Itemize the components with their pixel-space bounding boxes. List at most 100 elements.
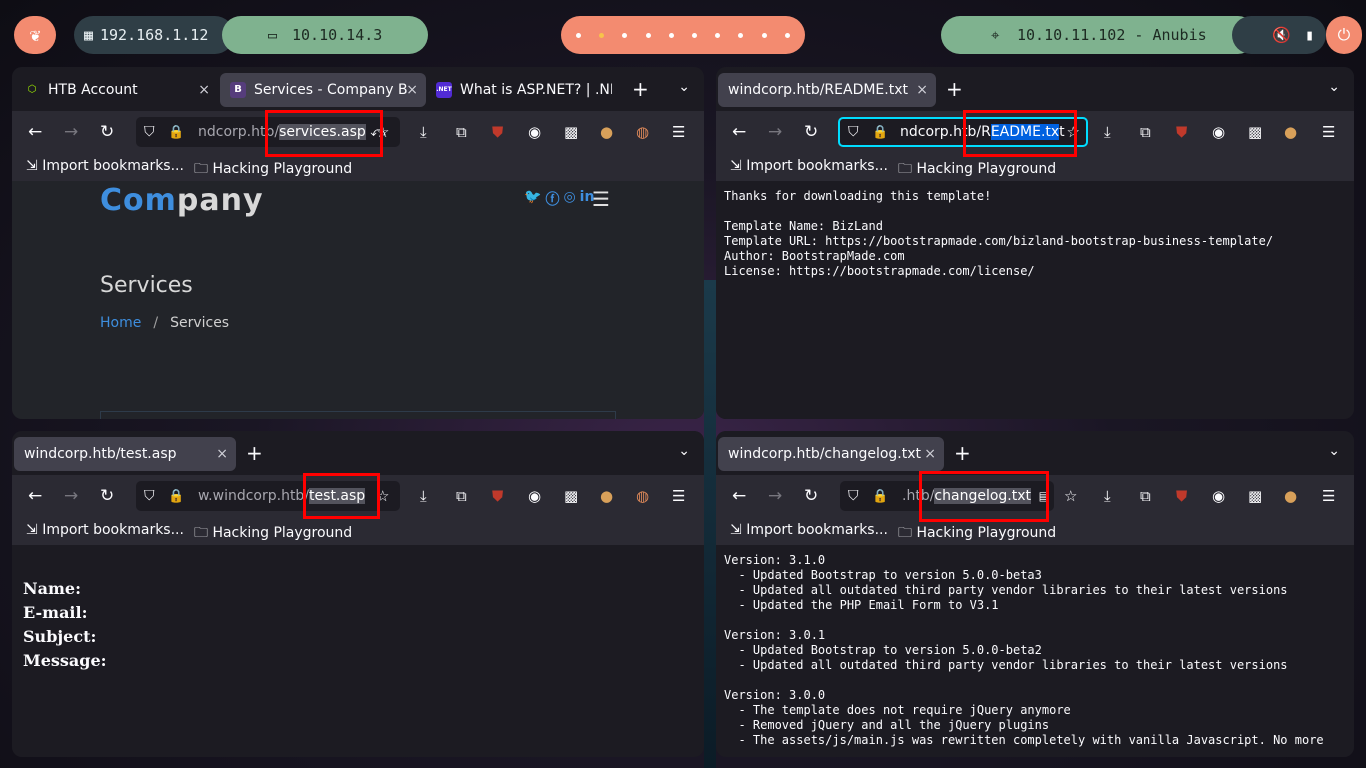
cookie-icon[interactable]: ● xyxy=(600,486,613,506)
facebook-icon[interactable]: ⓕ xyxy=(545,189,559,209)
back-icon[interactable]: ← xyxy=(28,121,42,143)
instagram-icon[interactable]: ◎ xyxy=(563,189,575,209)
distro-logo-icon[interactable]: ❦ xyxy=(14,16,56,54)
extensions-icon[interactable]: ⧉ xyxy=(456,122,467,142)
wappalyzer-icon[interactable]: ◍ xyxy=(636,486,649,506)
qr-code-icon[interactable]: ▩ xyxy=(564,486,578,506)
twitter-icon[interactable]: 🐦 xyxy=(524,189,541,209)
bookmark-folder-hacking[interactable]: 🗀 Hacking Playground xyxy=(194,522,352,546)
qr-code-icon[interactable]: ▩ xyxy=(1248,486,1262,506)
workspace-dot-7[interactable] xyxy=(715,32,721,38)
tab-htb-account[interactable]: ⬡ HTB Account × xyxy=(14,73,218,107)
workspace-dot-6[interactable] xyxy=(692,32,698,38)
spy-extension-icon[interactable]: ◉ xyxy=(1212,486,1225,506)
workspace-dot-10[interactable] xyxy=(784,32,790,38)
back-icon[interactable]: ← xyxy=(732,121,746,143)
reload-icon[interactable]: ↻ xyxy=(804,121,818,143)
lock-icon[interactable]: 🔒 xyxy=(168,125,184,140)
forward-icon[interactable]: → xyxy=(768,121,782,143)
spy-extension-icon[interactable]: ◉ xyxy=(1212,122,1225,142)
import-bookmarks-link[interactable]: ⇲ Import bookmarks... xyxy=(26,522,184,538)
cookie-icon[interactable]: ● xyxy=(600,122,613,142)
hamburger-menu-icon[interactable]: ☰ xyxy=(592,187,610,211)
shield-icon[interactable]: ⛉ xyxy=(848,124,859,140)
new-tab-button[interactable]: + xyxy=(946,77,963,101)
tab-services[interactable]: B Services - Company B × xyxy=(220,72,426,107)
ublock-icon[interactable]: ⛊ xyxy=(492,486,503,506)
bookmark-folder-hacking[interactable]: 🗀 Hacking Playground xyxy=(898,158,1056,182)
extensions-icon[interactable]: ⧉ xyxy=(1140,122,1151,142)
download-icon[interactable]: ⤓ xyxy=(420,122,427,142)
ublock-icon[interactable]: ⛊ xyxy=(492,122,503,142)
ublock-icon[interactable]: ⛊ xyxy=(1176,122,1187,142)
lock-icon[interactable]: 🔒 xyxy=(872,125,888,140)
wappalyzer-icon[interactable]: ◍ xyxy=(636,122,649,142)
workspace-dot-4[interactable] xyxy=(645,32,651,38)
workspace-dot-5[interactable] xyxy=(668,32,674,38)
new-tab-button[interactable]: + xyxy=(632,77,649,101)
back-icon[interactable]: ← xyxy=(28,485,42,507)
ublock-icon[interactable]: ⛊ xyxy=(1176,486,1187,506)
site-brand[interactable]: Company xyxy=(100,183,264,218)
download-icon[interactable]: ⤓ xyxy=(1104,486,1111,506)
tab-test[interactable]: windcorp.htb/test.asp × xyxy=(14,436,236,471)
battery-icon[interactable]: ▮ xyxy=(1305,26,1314,44)
power-icon[interactable]: ⏻ xyxy=(1326,16,1362,54)
tab-aspnet[interactable]: .NET What is ASP.NET? | .NE xyxy=(426,73,622,107)
menu-icon[interactable]: ☰ xyxy=(672,122,685,142)
extensions-icon[interactable]: ⧉ xyxy=(456,486,467,506)
download-icon[interactable]: ⤓ xyxy=(420,486,427,506)
cookie-icon[interactable]: ● xyxy=(1284,122,1297,142)
close-icon[interactable]: × xyxy=(406,82,418,98)
close-icon[interactable]: × xyxy=(924,446,936,462)
reload-icon[interactable]: ↻ xyxy=(100,485,114,507)
workspace-dot-8[interactable] xyxy=(738,32,744,38)
list-all-tabs-icon[interactable]: ⌄ xyxy=(678,79,690,95)
bookmark-folder-hacking[interactable]: 🗀 Hacking Playground xyxy=(194,158,352,182)
vpn-ip-widget: ▭ 10.10.14.3 xyxy=(222,16,428,54)
workspace-dot-3[interactable] xyxy=(622,32,628,38)
back-icon[interactable]: ← xyxy=(732,485,746,507)
bookmark-folder-hacking[interactable]: 🗀 Hacking Playground xyxy=(898,522,1056,546)
workspace-dot-2[interactable] xyxy=(599,32,605,38)
cookie-icon[interactable]: ● xyxy=(1284,486,1297,506)
import-bookmarks-link[interactable]: ⇲ Import bookmarks... xyxy=(730,158,888,174)
forward-icon[interactable]: → xyxy=(768,485,782,507)
volume-muted-icon[interactable]: 🔇 xyxy=(1272,26,1291,44)
lock-icon[interactable]: 🔒 xyxy=(872,489,888,504)
list-all-tabs-icon[interactable]: ⌄ xyxy=(678,443,690,459)
forward-icon[interactable]: → xyxy=(64,485,78,507)
workspace-dot-1[interactable] xyxy=(576,32,582,38)
new-tab-button[interactable]: + xyxy=(246,441,263,465)
breadcrumb-home-link[interactable]: Home xyxy=(100,315,141,331)
star-icon[interactable]: ☆ xyxy=(1064,486,1077,506)
extensions-icon[interactable]: ⧉ xyxy=(1140,486,1151,506)
close-icon[interactable]: × xyxy=(198,82,210,98)
shield-icon[interactable]: ⛉ xyxy=(144,488,155,504)
close-icon[interactable]: × xyxy=(916,82,928,98)
spy-extension-icon[interactable]: ◉ xyxy=(528,122,541,142)
spy-extension-icon[interactable]: ◉ xyxy=(528,486,541,506)
menu-icon[interactable]: ☰ xyxy=(1322,486,1335,506)
shield-icon[interactable]: ⛉ xyxy=(848,488,859,504)
shield-icon[interactable]: ⛉ xyxy=(144,124,155,140)
tab-changelog[interactable]: windcorp.htb/changelog.txt × xyxy=(718,436,944,471)
workspace-switcher[interactable] xyxy=(561,16,805,54)
download-icon[interactable]: ⤓ xyxy=(1104,122,1111,142)
close-icon[interactable]: × xyxy=(216,446,228,462)
tab-readme[interactable]: windcorp.htb/README.txt × xyxy=(718,72,936,107)
import-bookmarks-link[interactable]: ⇲ Import bookmarks... xyxy=(730,522,888,538)
new-tab-button[interactable]: + xyxy=(954,441,971,465)
forward-icon[interactable]: → xyxy=(64,121,78,143)
menu-icon[interactable]: ☰ xyxy=(1322,122,1335,142)
list-all-tabs-icon[interactable]: ⌄ xyxy=(1328,443,1340,459)
qr-code-icon[interactable]: ▩ xyxy=(1248,122,1262,142)
lock-icon[interactable]: 🔒 xyxy=(168,489,184,504)
menu-icon[interactable]: ☰ xyxy=(672,486,685,506)
qr-code-icon[interactable]: ▩ xyxy=(564,122,578,142)
reload-icon[interactable]: ↻ xyxy=(100,121,114,143)
import-bookmarks-link[interactable]: ⇲ Import bookmarks... xyxy=(26,158,184,174)
reload-icon[interactable]: ↻ xyxy=(804,485,818,507)
list-all-tabs-icon[interactable]: ⌄ xyxy=(1328,79,1340,95)
workspace-dot-9[interactable] xyxy=(761,32,767,38)
